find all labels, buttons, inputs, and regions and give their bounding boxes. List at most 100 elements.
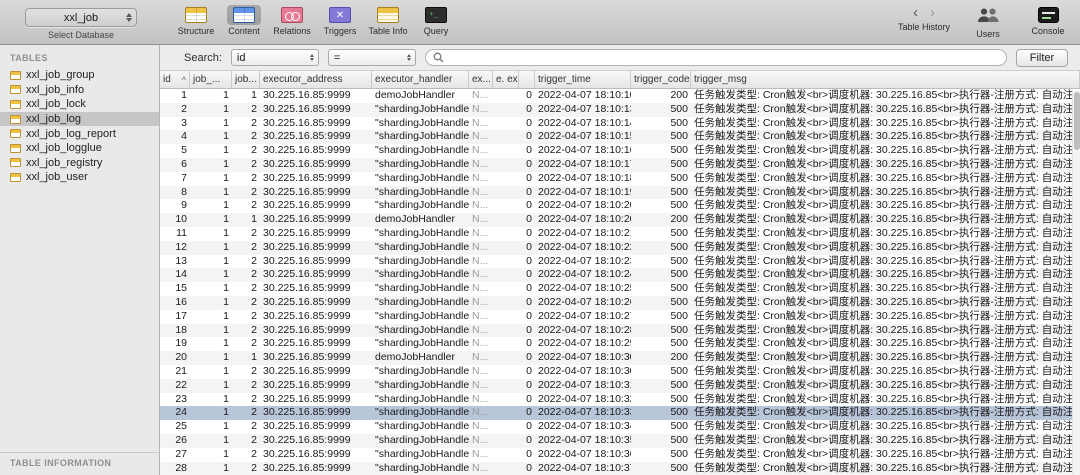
cell: 1: [223, 447, 229, 460]
sidebar-item-xxl_job_lock[interactable]: xxl_job_lock: [0, 97, 159, 112]
cell: 30.225.16.85:9999: [263, 351, 351, 364]
sidebar-item-xxl_job_group[interactable]: xxl_job_group: [0, 68, 159, 83]
cell: 1: [223, 433, 229, 446]
search-input[interactable]: [447, 51, 999, 64]
cell: 2022-04-07 18:10:29: [538, 337, 631, 350]
vertical-scrollbar[interactable]: [1072, 90, 1080, 474]
table-row[interactable]: 14 1 2 30.225.16.85:9999 "shardingJobHandler…: [160, 268, 1080, 283]
column-header-ex...[interactable]: ex...: [469, 71, 493, 88]
cell: "shardingJobHandler": [375, 116, 469, 129]
cell: 30.225.16.85:9999: [263, 295, 351, 308]
forward-chevron-icon[interactable]: ›: [930, 5, 935, 21]
sidebar-item-xxl_job_logglue[interactable]: xxl_job_logglue: [0, 141, 159, 156]
filter-button[interactable]: Filter: [1016, 48, 1068, 67]
cell: 30.225.16.85:9999: [263, 406, 351, 419]
table-row[interactable]: 15 1 2 30.225.16.85:9999 "shardingJobHandler…: [160, 282, 1080, 296]
table-row[interactable]: 12 1 2 30.225.16.85:9999 "shardingJobHandler…: [160, 240, 1080, 255]
sidebar-item-xxl_job_user[interactable]: xxl_job_user: [0, 170, 159, 185]
cell: N...: [472, 89, 489, 101]
cell: 2022-04-07 18:10:34: [538, 420, 631, 433]
sidebar-item-xxl_job_log_report[interactable]: xxl_job_log_report: [0, 126, 159, 141]
table-row[interactable]: 11 1 2 30.225.16.85:9999 "shardingJobHandler…: [160, 227, 1080, 241]
column-header-trigger_code[interactable]: trigger_code: [631, 71, 691, 88]
cell: [493, 351, 519, 365]
column-header-trigger_msg[interactable]: trigger_msg: [691, 71, 1080, 88]
cell: 30.225.16.85:9999: [263, 254, 351, 267]
table-row[interactable]: 22 1 2 30.225.16.85:9999 "shardingJobHandler…: [160, 378, 1080, 393]
table-row[interactable]: 21 1 2 30.225.16.85:9999 "shardingJobHandler…: [160, 365, 1080, 379]
console-button[interactable]: Console: [1026, 3, 1070, 36]
table-row[interactable]: 17 1 2 30.225.16.85:9999 "shardingJobHandler…: [160, 310, 1080, 324]
table-row[interactable]: 7 1 2 30.225.16.85:9999 "shardingJobHandler"…: [160, 172, 1080, 186]
cell: [493, 213, 519, 227]
table-row[interactable]: 1 1 1 30.225.16.85:9999 demoJobHandler N... 0 2…: [160, 89, 1080, 103]
cell: "shardingJobHandler": [375, 406, 469, 419]
table-row[interactable]: 27 1 2 30.225.16.85:9999 "shardingJobHandler…: [160, 448, 1080, 462]
cell: [493, 434, 519, 448]
column-header-job...[interactable]: job...: [232, 71, 260, 88]
column-header-id[interactable]: id ^: [160, 71, 190, 88]
cell: 30.225.16.85:9999: [263, 392, 351, 405]
table-row[interactable]: 6 1 2 30.225.16.85:9999 "shardingJobHandler"…: [160, 157, 1080, 172]
column-header-executor_address[interactable]: executor_address: [260, 71, 372, 88]
sidebar-item-xxl_job_registry[interactable]: xxl_job_registry: [0, 156, 159, 171]
cell: N...: [472, 309, 489, 322]
cell: 2: [251, 254, 257, 267]
cell: "shardingJobHandler": [375, 240, 469, 253]
back-chevron-icon[interactable]: ‹: [913, 5, 918, 21]
table-row[interactable]: 13 1 2 30.225.16.85:9999 "shardingJobHandler…: [160, 255, 1080, 269]
database-selector-group: xxl_job Select Database: [0, 0, 162, 44]
cell: 9: [181, 199, 187, 212]
column-header-trigger_time[interactable]: trigger_time: [535, 71, 631, 88]
table-row[interactable]: 28 1 2 30.225.16.85:9999 "shardingJobHandler…: [160, 461, 1080, 475]
cell: 任务触发类型: Cron触发<br>调度机器: 30.225.16.85<br>…: [694, 144, 1080, 157]
table-row[interactable]: 18 1 2 30.225.16.85:9999 "shardingJobHandler…: [160, 323, 1080, 338]
cell: 1: [251, 213, 257, 226]
table-row[interactable]: 2 1 2 30.225.16.85:9999 "shardingJobHandler"…: [160, 102, 1080, 117]
scrollbar-thumb[interactable]: [1074, 92, 1080, 150]
table-row[interactable]: 9 1 2 30.225.16.85:9999 "shardingJobHandler"…: [160, 199, 1080, 213]
cell: 30.225.16.85:9999: [263, 378, 351, 391]
column-header-executor_handler[interactable]: executor_handler: [372, 71, 469, 88]
operator-dropdown[interactable]: =: [327, 49, 416, 66]
toolbar-tab-triggers[interactable]: Triggers: [318, 3, 362, 44]
column-header-blank[interactable]: [519, 71, 535, 88]
toolbar-tab-relations[interactable]: Relations: [270, 3, 314, 44]
cell: 30.225.16.85:9999: [263, 185, 351, 198]
query-label: Query: [423, 26, 449, 36]
table-row[interactable]: 20 1 1 30.225.16.85:9999 demoJobHandler N... 0…: [160, 351, 1080, 365]
table-row[interactable]: 26 1 2 30.225.16.85:9999 "shardingJobHandler…: [160, 433, 1080, 448]
table-row[interactable]: 16 1 2 30.225.16.85:9999 "shardingJobHandler…: [160, 295, 1080, 310]
cell: [493, 393, 519, 407]
sidebar-item-xxl_job_log[interactable]: xxl_job_log: [0, 111, 159, 127]
table-row[interactable]: 19 1 2 30.225.16.85:9999 "shardingJobHandler…: [160, 337, 1080, 351]
cell: [493, 199, 519, 213]
cell: 24: [175, 406, 187, 419]
database-selector[interactable]: xxl_job: [25, 8, 137, 27]
cell: 3: [181, 116, 187, 129]
users-button[interactable]: Users: [966, 3, 1010, 39]
cell: 2: [251, 282, 257, 295]
cell: 500: [670, 461, 688, 474]
column-header-job_...[interactable]: job_...: [190, 71, 232, 88]
sidebar-item-xxl_job_info[interactable]: xxl_job_info: [0, 83, 159, 98]
table-row[interactable]: 25 1 2 30.225.16.85:9999 "shardingJobHandler…: [160, 420, 1080, 434]
cell: 2: [251, 447, 257, 460]
table-row[interactable]: 10 1 1 30.225.16.85:9999 demoJobHandler N... 0…: [160, 213, 1080, 227]
toolbar-tab-structure[interactable]: Structure: [174, 3, 218, 44]
table-row[interactable]: 23 1 2 30.225.16.85:9999 "shardingJobHandler…: [160, 393, 1080, 407]
cell: 任务触发类型: Cron触发<br>调度机器: 30.225.16.85<br>…: [694, 420, 1080, 433]
toolbar-tab-content[interactable]: Content: [222, 3, 266, 44]
table-row[interactable]: 24 1 2 30.225.16.85:9999 "shardingJobHandler…: [160, 406, 1080, 421]
cell: 1: [223, 392, 229, 405]
cell: 任务触发类型: Cron触发<br>调度机器: 30.225.16.85<br>…: [694, 282, 1080, 295]
table-row[interactable]: 3 1 2 30.225.16.85:9999 "shardingJobHandler"…: [160, 117, 1080, 131]
field-dropdown[interactable]: id: [230, 49, 319, 66]
table-row[interactable]: 8 1 2 30.225.16.85:9999 "shardingJobHandler"…: [160, 185, 1080, 200]
table-row[interactable]: 5 1 2 30.225.16.85:9999 "shardingJobHandler"…: [160, 144, 1080, 158]
column-header-e. ex...[interactable]: e. ex...: [493, 71, 519, 88]
table-row[interactable]: 4 1 2 30.225.16.85:9999 "shardingJobHandler"…: [160, 130, 1080, 145]
toolbar-tab-query[interactable]: Query: [414, 3, 458, 44]
toolbar-tab-table-info[interactable]: Table Info: [366, 3, 410, 44]
table-icon: [10, 172, 21, 182]
